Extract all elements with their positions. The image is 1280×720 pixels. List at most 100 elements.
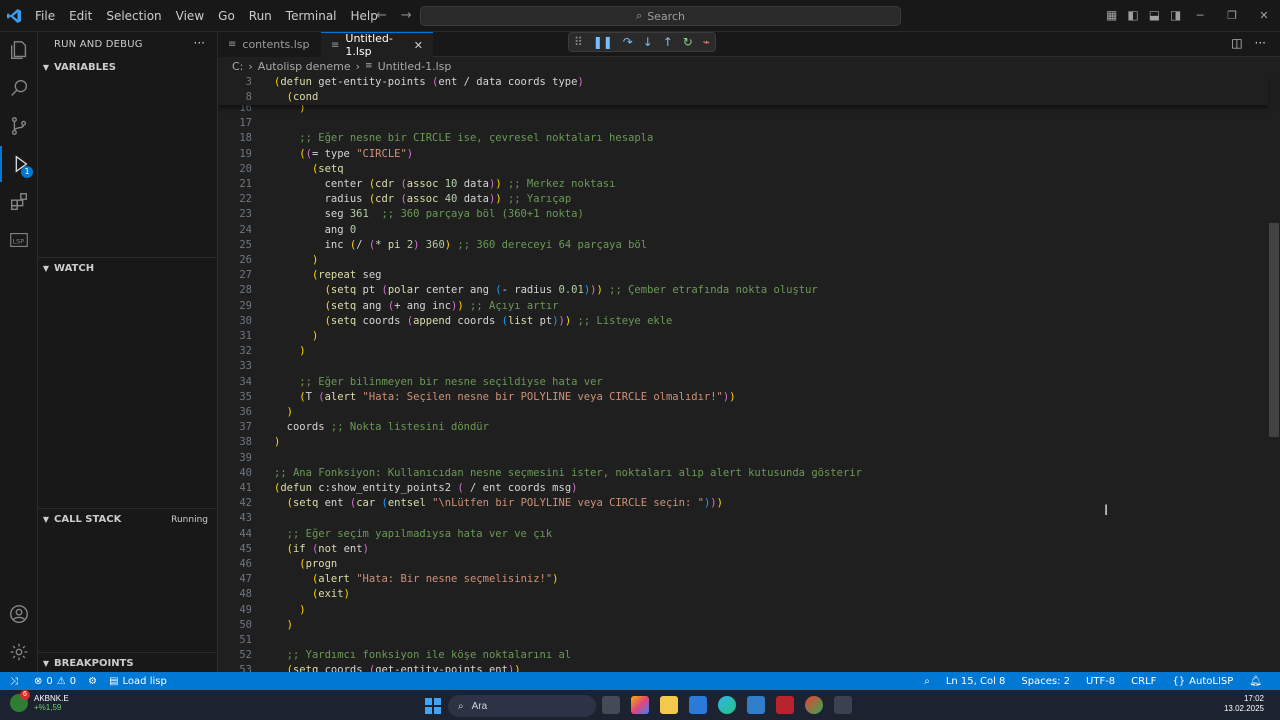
- menu-file[interactable]: File: [28, 0, 62, 32]
- code-text[interactable]: (setq: [274, 162, 344, 177]
- problems-indicator[interactable]: ⊗ 0 ⚠ 0: [28, 676, 82, 687]
- forward-arrow-icon[interactable]: →: [401, 8, 412, 23]
- code-text[interactable]: ): [274, 435, 280, 450]
- step-into-icon[interactable]: ↓: [643, 35, 653, 49]
- code-text[interactable]: (T (alert "Hata: Seçilen nesne bir POLYL…: [274, 390, 735, 405]
- code-text[interactable]: ): [274, 405, 293, 420]
- tab-contents-lsp[interactable]: ≡ contents.lsp: [218, 32, 321, 57]
- breakpoints-section-header[interactable]: ▼ BREAKPOINTS: [38, 652, 218, 674]
- extensions-icon[interactable]: [0, 184, 38, 220]
- watch-section-header[interactable]: ▼ WATCH: [38, 257, 218, 279]
- line-number[interactable]: 34: [218, 375, 252, 390]
- more-editor-actions-icon[interactable]: ···: [1255, 36, 1266, 50]
- line-number[interactable]: 51: [218, 633, 252, 648]
- encoding[interactable]: UTF-8: [1078, 676, 1123, 687]
- code-text[interactable]: coords ;; Nokta listesini döndür: [274, 420, 489, 435]
- source-control-icon[interactable]: [0, 108, 38, 144]
- line-number[interactable]: 19: [218, 147, 252, 162]
- code-text[interactable]: ): [274, 329, 318, 344]
- line-number[interactable]: 32: [218, 344, 252, 359]
- taskbar-search[interactable]: ⌕ Ara: [448, 695, 596, 717]
- task-view-icon[interactable]: [602, 696, 620, 714]
- code-text[interactable]: ;; Yardımcı fonksiyon ile köşe noktaları…: [274, 648, 571, 663]
- notifications[interactable]: 🔔︎: [1241, 676, 1270, 687]
- drag-handle-icon[interactable]: ⠿: [574, 35, 583, 49]
- line-number[interactable]: 48: [218, 587, 252, 602]
- code-text[interactable]: seg 361 ;; 360 parçaya böl (360+1 nokta): [274, 207, 584, 222]
- microsoft-store-icon[interactable]: [689, 696, 707, 714]
- menu-go[interactable]: Go: [211, 0, 242, 32]
- code-text[interactable]: ;; Eğer nesne bir CIRCLE ise, çevresel n…: [274, 131, 653, 146]
- account-icon[interactable]: [0, 596, 38, 632]
- line-number[interactable]: 30: [218, 314, 252, 329]
- code-text[interactable]: ang 0: [274, 223, 357, 238]
- menu-run[interactable]: Run: [242, 0, 279, 32]
- line-number[interactable]: 45: [218, 542, 252, 557]
- run-and-debug-icon[interactable]: 1: [0, 146, 38, 182]
- code-text[interactable]: (defun c:show_entity_points2 ( / ent coo…: [274, 481, 577, 496]
- code-text[interactable]: inc (/ (* pi 2) 360) ;; 360 dereceyi 64 …: [274, 238, 648, 253]
- line-number[interactable]: 31: [218, 329, 252, 344]
- restart-icon[interactable]: ↻: [683, 35, 693, 49]
- line-number[interactable]: 37: [218, 420, 252, 435]
- line-number[interactable]: 3: [218, 75, 252, 90]
- vscode-taskbar-icon[interactable]: [747, 696, 765, 714]
- menu-selection[interactable]: Selection: [99, 0, 168, 32]
- line-number[interactable]: 18: [218, 131, 252, 146]
- code-text[interactable]: ): [274, 344, 305, 359]
- line-number[interactable]: 24: [218, 223, 252, 238]
- code-text[interactable]: (cond: [274, 90, 319, 105]
- explorer-icon[interactable]: [0, 32, 38, 68]
- snipping-tool-icon[interactable]: [834, 696, 852, 714]
- variables-section-header[interactable]: ▼ VARIABLES: [38, 56, 218, 78]
- lsp-extension-icon[interactable]: LSP: [0, 222, 38, 258]
- load-lisp-task[interactable]: ▤ Load lisp: [103, 676, 173, 687]
- edge-browser-icon[interactable]: [718, 696, 736, 714]
- code-text[interactable]: ): [274, 618, 293, 633]
- code-text[interactable]: (defun get-entity-points (ent / data coo…: [274, 75, 584, 90]
- debug-status[interactable]: ⚙: [82, 676, 103, 687]
- minimize-icon[interactable]: ─: [1184, 0, 1216, 32]
- toggle-sidebar-icon[interactable]: ◧: [1127, 8, 1138, 22]
- sticky-scroll-header[interactable]: 3 (defun get-entity-points (ent / data co…: [218, 75, 1268, 105]
- command-center-search[interactable]: ⌕ Search: [420, 6, 901, 26]
- split-editor-icon[interactable]: ◫: [1231, 36, 1242, 50]
- search-view-icon[interactable]: [0, 70, 38, 106]
- line-number[interactable]: 22: [218, 192, 252, 207]
- line-number[interactable]: 28: [218, 283, 252, 298]
- code-text[interactable]: ): [274, 253, 318, 268]
- line-number[interactable]: 38: [218, 435, 252, 450]
- breadcrumb-root[interactable]: C:: [232, 60, 243, 73]
- code-text[interactable]: ;; Ana Fonksiyon: Kullanıcıdan nesne seç…: [274, 466, 862, 481]
- line-number[interactable]: 46: [218, 557, 252, 572]
- restore-icon[interactable]: ❐: [1216, 0, 1248, 32]
- code-text[interactable]: center (cdr (assoc 10 data)) ;; Merkez n…: [274, 177, 616, 192]
- scrollbar-thumb[interactable]: [1269, 223, 1279, 437]
- system-clock[interactable]: 17:02 13.02.2025: [1224, 694, 1264, 714]
- line-number[interactable]: 20: [218, 162, 252, 177]
- code-text[interactable]: radius (cdr (assoc 40 data)) ;; Yarıçap: [274, 192, 572, 207]
- line-number[interactable]: 36: [218, 405, 252, 420]
- step-over-icon[interactable]: ↷: [623, 35, 633, 49]
- line-number[interactable]: 39: [218, 451, 252, 466]
- line-number[interactable]: 23: [218, 207, 252, 222]
- line-number[interactable]: 50: [218, 618, 252, 633]
- indentation[interactable]: Spaces: 2: [1013, 676, 1078, 687]
- autocad-icon[interactable]: [776, 696, 794, 714]
- code-text[interactable]: (setq coords (append coords (list pt))) …: [274, 314, 673, 329]
- windows-start-icon[interactable]: [425, 698, 441, 714]
- pause-icon[interactable]: ❚❚: [593, 35, 613, 49]
- cursor-position[interactable]: Ln 15, Col 8: [938, 676, 1014, 687]
- editor-scrollbar[interactable]: [1268, 75, 1280, 672]
- file-explorer-icon[interactable]: [660, 696, 678, 714]
- code-text[interactable]: (setq ent (car (entsel "\nLütfen bir POL…: [274, 496, 723, 511]
- code-text[interactable]: ;; Eğer bilinmeyen bir nesne seçildiyse …: [274, 375, 602, 390]
- line-number[interactable]: 49: [218, 603, 252, 618]
- code-text[interactable]: (exit): [274, 587, 350, 602]
- code-editor[interactable]: 3 (defun get-entity-points (ent / data co…: [218, 75, 1280, 672]
- more-actions-icon[interactable]: ···: [194, 36, 205, 50]
- back-arrow-icon[interactable]: ←: [376, 8, 387, 23]
- end-of-line[interactable]: CRLF: [1123, 676, 1164, 687]
- line-number[interactable]: 17: [218, 116, 252, 131]
- line-number[interactable]: 25: [218, 238, 252, 253]
